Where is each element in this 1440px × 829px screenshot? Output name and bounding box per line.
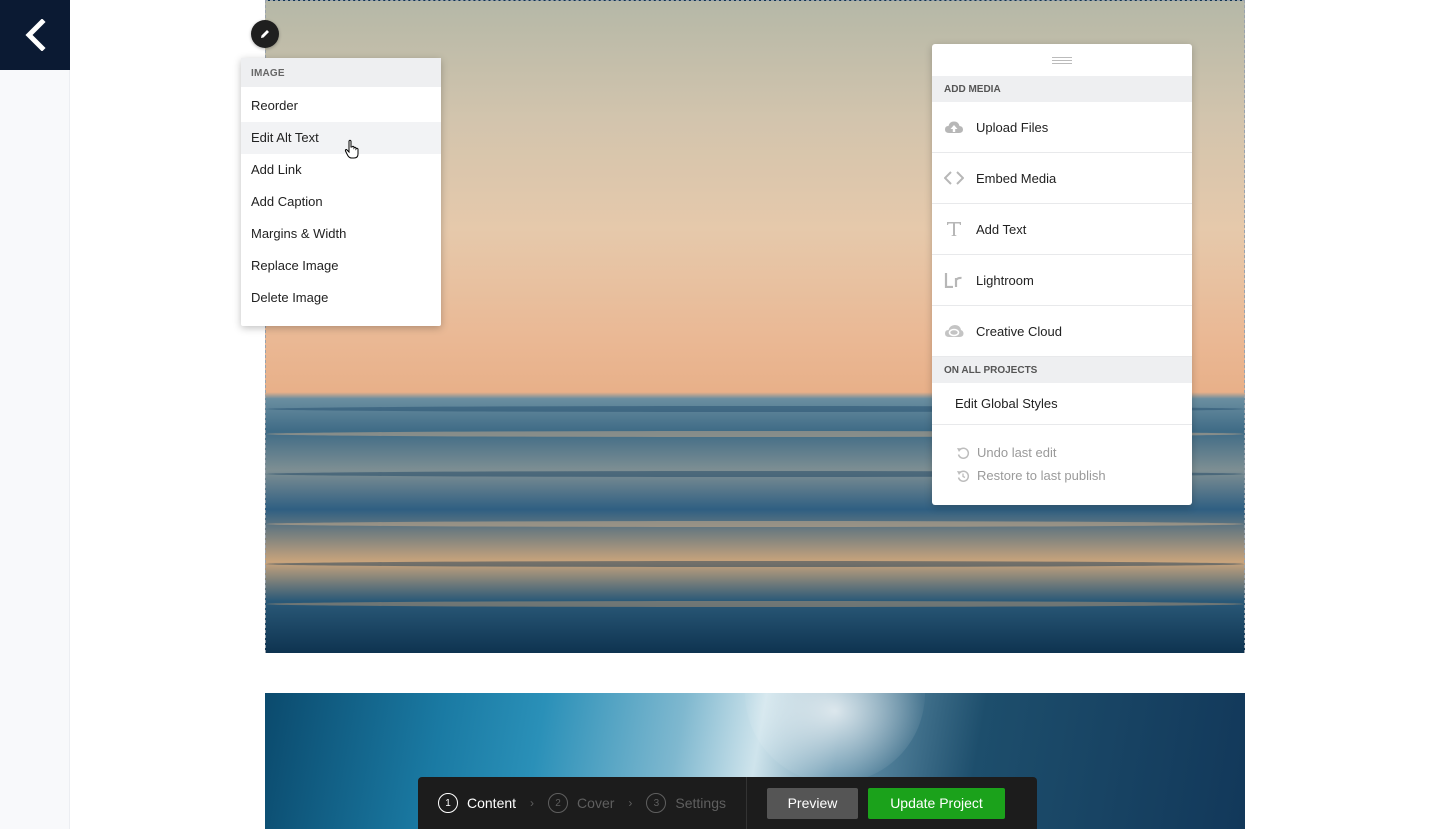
update-project-button[interactable]: Update Project [868, 787, 1005, 819]
image-context-menu: IMAGE Reorder Edit Alt Text Add Link Add… [241, 58, 441, 326]
lightroom-icon [944, 270, 964, 290]
bar-divider [746, 777, 747, 829]
wave-detail [266, 601, 1244, 607]
embed-media-label: Embed Media [976, 170, 1057, 186]
step-cover[interactable]: 2 Cover [548, 793, 614, 813]
menu-item-margins-width[interactable]: Margins & Width [241, 218, 441, 250]
restore-last-publish-button[interactable]: Restore to last publish [956, 464, 1192, 487]
add-text-label: Add Text [976, 221, 1027, 237]
left-rail [0, 0, 70, 829]
hand-cursor-icon [344, 139, 359, 159]
step-label: Settings [675, 795, 726, 811]
step-label: Cover [577, 795, 615, 811]
step-content[interactable]: 1 Content [438, 793, 516, 813]
lightroom-label: Lightroom [976, 272, 1034, 288]
add-media-header: ADD MEDIA [932, 76, 1192, 102]
add-media-panel: ADD MEDIA Upload Files Embed Media Add T… [932, 44, 1192, 505]
grip-icon [1052, 56, 1072, 64]
text-t-icon [944, 219, 964, 239]
menu-header: IMAGE [241, 58, 441, 87]
step-settings[interactable]: 3 Settings [646, 793, 726, 813]
edit-global-styles-button[interactable]: Edit Global Styles [932, 383, 1192, 425]
menu-item-edit-alt-text[interactable]: Edit Alt Text [241, 122, 441, 154]
panel-drag-handle[interactable] [932, 44, 1192, 76]
lightroom-button[interactable]: Lightroom [932, 255, 1192, 306]
step-number: 1 [438, 793, 458, 813]
edit-image-button[interactable] [251, 20, 279, 48]
history-icon [957, 470, 970, 482]
undo-label: Undo last edit [977, 445, 1057, 460]
embed-media-button[interactable]: Embed Media [932, 153, 1192, 204]
spray-detail [745, 693, 925, 783]
menu-item-add-link[interactable]: Add Link [241, 154, 441, 186]
step-number: 3 [646, 793, 667, 813]
preview-button[interactable]: Preview [767, 787, 858, 819]
add-text-button[interactable]: Add Text [932, 204, 1192, 255]
undo-last-edit-button[interactable]: Undo last edit [956, 441, 1192, 464]
cloud-upload-icon [944, 117, 964, 137]
creative-cloud-icon [944, 321, 964, 341]
history-actions: Undo last edit Restore to last publish [932, 425, 1192, 487]
wave-detail [266, 561, 1244, 567]
menu-item-add-caption[interactable]: Add Caption [241, 186, 441, 218]
menu-item-reorder[interactable]: Reorder [241, 90, 441, 122]
creative-cloud-label: Creative Cloud [976, 323, 1062, 339]
upload-files-button[interactable]: Upload Files [932, 102, 1192, 153]
menu-item-delete-image[interactable]: Delete Image [241, 282, 441, 314]
all-projects-header: ON ALL PROJECTS [932, 357, 1192, 383]
wave-detail [266, 521, 1244, 527]
menu-item-replace-image[interactable]: Replace Image [241, 250, 441, 282]
code-brackets-icon [944, 168, 964, 188]
step-label: Content [467, 795, 517, 811]
restore-label: Restore to last publish [977, 468, 1106, 483]
chevron-left-icon [25, 19, 46, 51]
pencil-icon [261, 30, 269, 38]
upload-files-label: Upload Files [976, 119, 1049, 135]
step-number: 2 [548, 793, 569, 813]
bottom-action-bar: 1 Content › 2 Cover › 3 Settings Preview… [418, 777, 1037, 829]
chevron-right-icon: › [628, 796, 633, 810]
undo-icon [957, 447, 970, 459]
chevron-right-icon: › [530, 796, 535, 810]
creative-cloud-button[interactable]: Creative Cloud [932, 306, 1192, 357]
back-button[interactable] [0, 0, 70, 70]
